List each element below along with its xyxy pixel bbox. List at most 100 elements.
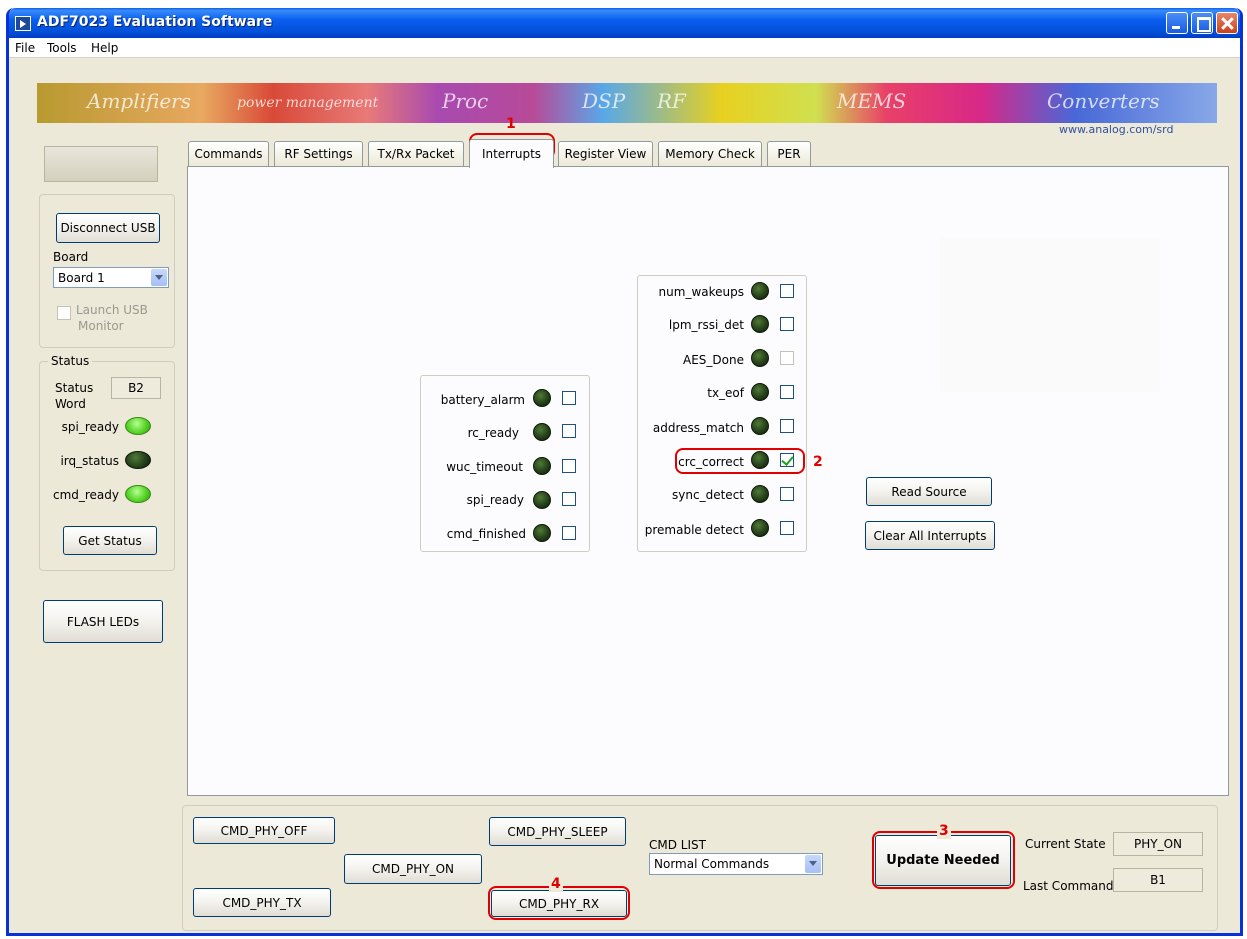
last-command-label: Last Command xyxy=(1023,879,1114,893)
cmd-phy-tx-button[interactable]: CMD_PHY_TX xyxy=(193,888,331,917)
status-word-label-2: Word xyxy=(55,397,86,411)
cmd-ready-label: cmd_ready xyxy=(52,488,119,502)
status-word-label: Status xyxy=(55,381,94,395)
chevron-down-icon[interactable] xyxy=(151,269,167,286)
menu-tools[interactable]: Tools xyxy=(47,41,77,55)
premable-detect-label: premable detect xyxy=(644,523,744,537)
spi-ready-int-checkbox[interactable] xyxy=(562,492,576,506)
address-match-led-icon xyxy=(751,417,769,435)
lpm-rssi-det-led-icon xyxy=(751,315,769,333)
banner-word: RF xyxy=(657,89,686,113)
launch-usb-monitor-label: Launch USB xyxy=(76,303,148,317)
wuc-timeout-led-icon xyxy=(533,457,551,475)
aes-done-led-icon xyxy=(751,349,769,367)
irq-status-led-icon xyxy=(125,451,151,469)
app-window: ADF7023 Evaluation Software File Tools H… xyxy=(6,8,1243,936)
cmd-phy-on-button[interactable]: CMD_PHY_ON xyxy=(344,854,482,884)
tab-per[interactable]: PER xyxy=(767,141,811,166)
banner-word: power management xyxy=(237,95,379,111)
cmd-ready-led-icon xyxy=(125,485,151,503)
cmd-phy-sleep-button[interactable]: CMD_PHY_SLEEP xyxy=(489,817,626,846)
num-wakeups-label: num_wakeups xyxy=(658,285,744,299)
status-group-title: Status xyxy=(48,354,93,368)
wuc-timeout-label: wuc_timeout xyxy=(446,460,523,474)
spi-ready-label: spi_ready xyxy=(61,420,119,434)
lpm-rssi-det-checkbox[interactable] xyxy=(780,317,794,331)
close-button[interactable] xyxy=(1216,12,1238,34)
banner-word: DSP xyxy=(582,89,626,113)
spi-ready-int-label: spi_ready xyxy=(466,493,524,507)
banner-word: MEMS xyxy=(837,89,907,113)
spi-ready-int-led-icon xyxy=(533,491,551,509)
tx-eof-label: tx_eof xyxy=(707,386,744,400)
tab-register-view[interactable]: Register View xyxy=(558,141,653,166)
battery-alarm-checkbox[interactable] xyxy=(562,391,576,405)
wuc-timeout-checkbox[interactable] xyxy=(562,459,576,473)
cmd-finished-checkbox[interactable] xyxy=(562,526,576,540)
cmd-finished-label: cmd_finished xyxy=(446,527,526,541)
tab-interrupts[interactable]: Interrupts xyxy=(469,139,554,168)
board-label: Board xyxy=(53,250,89,264)
tx-eof-checkbox[interactable] xyxy=(780,385,794,399)
read-source-button[interactable]: Read Source xyxy=(866,477,992,506)
analog-devices-banner: Amplifiers power management Proc DSP RF … xyxy=(37,83,1217,123)
launch-usb-monitor-checkbox[interactable] xyxy=(57,306,71,320)
title-bar: ADF7023 Evaluation Software xyxy=(9,8,1240,38)
status-indicator-box xyxy=(44,146,158,182)
tx-eof-led-icon xyxy=(751,383,769,401)
annotation-number: 3 xyxy=(937,823,951,839)
banner-word: Converters xyxy=(1047,89,1160,113)
sync-detect-checkbox[interactable] xyxy=(780,487,794,501)
banner-word: Proc xyxy=(442,89,489,113)
annotation-number: 4 xyxy=(549,876,563,892)
window-title: ADF7023 Evaluation Software xyxy=(37,14,273,30)
premable-detect-checkbox[interactable] xyxy=(780,521,794,535)
flash-leds-button[interactable]: FLASH LEDs xyxy=(43,600,163,643)
tab-tx-rx-packet[interactable]: Tx/Rx Packet xyxy=(368,141,464,166)
num-wakeups-led-icon xyxy=(751,282,769,300)
annotation-highlight xyxy=(872,831,1015,889)
battery-alarm-label: battery_alarm xyxy=(440,393,525,407)
cmd-list-select[interactable]: Normal Commands xyxy=(649,853,823,875)
cmd-list-value: Normal Commands xyxy=(654,857,770,871)
status-word-value: B2 xyxy=(111,377,161,399)
address-match-checkbox[interactable] xyxy=(780,419,794,433)
tab-rf-settings[interactable]: RF Settings xyxy=(274,141,363,166)
lpm-rssi-det-label: lpm_rssi_det xyxy=(668,318,744,332)
board-select-value: Board 1 xyxy=(58,271,105,285)
aes-done-checkbox[interactable] xyxy=(780,351,794,365)
annotation-number: 2 xyxy=(813,454,823,470)
chevron-down-icon[interactable] xyxy=(805,855,821,873)
app-icon xyxy=(15,16,31,31)
get-status-button[interactable]: Get Status xyxy=(63,526,157,555)
rc-ready-checkbox[interactable] xyxy=(562,424,576,438)
disconnect-usb-button[interactable]: Disconnect USB xyxy=(56,213,160,243)
annotation-number: 1 xyxy=(506,116,516,132)
sync-detect-led-icon xyxy=(751,485,769,503)
current-state-label: Current State xyxy=(1025,837,1106,851)
analog-url-link[interactable]: www.analog.com/srd xyxy=(1059,123,1173,136)
cmd-phy-off-button[interactable]: CMD_PHY_OFF xyxy=(193,817,335,844)
tab-memory-check[interactable]: Memory Check xyxy=(658,141,762,166)
aes-done-label: AES_Done xyxy=(683,353,744,367)
address-match-label: address_match xyxy=(652,421,744,435)
maximize-button[interactable] xyxy=(1191,12,1213,34)
last-command-value: B1 xyxy=(1113,868,1203,892)
menu-file[interactable]: File xyxy=(15,41,35,55)
cmd-list-label: CMD LIST xyxy=(649,838,706,852)
annotation-highlight xyxy=(675,448,805,474)
sync-detect-label: sync_detect xyxy=(672,488,744,502)
board-select[interactable]: Board 1 xyxy=(53,267,169,288)
banner-word: Amplifiers xyxy=(87,89,192,113)
minimize-button[interactable] xyxy=(1166,12,1188,34)
main-content: Amplifiers power management Proc DSP RF … xyxy=(9,59,1240,933)
launch-usb-monitor-label-2: Monitor xyxy=(78,319,124,333)
menu-help[interactable]: Help xyxy=(91,41,118,55)
menu-bar: File Tools Help xyxy=(9,38,1240,58)
tab-commands[interactable]: Commands xyxy=(188,141,269,166)
spi-ready-led-icon xyxy=(125,417,151,435)
rc-ready-led-icon xyxy=(533,423,551,441)
clear-all-interrupts-button[interactable]: Clear All Interrupts xyxy=(865,521,995,550)
num-wakeups-checkbox[interactable] xyxy=(780,284,794,298)
current-state-value: PHY_ON xyxy=(1113,832,1203,856)
